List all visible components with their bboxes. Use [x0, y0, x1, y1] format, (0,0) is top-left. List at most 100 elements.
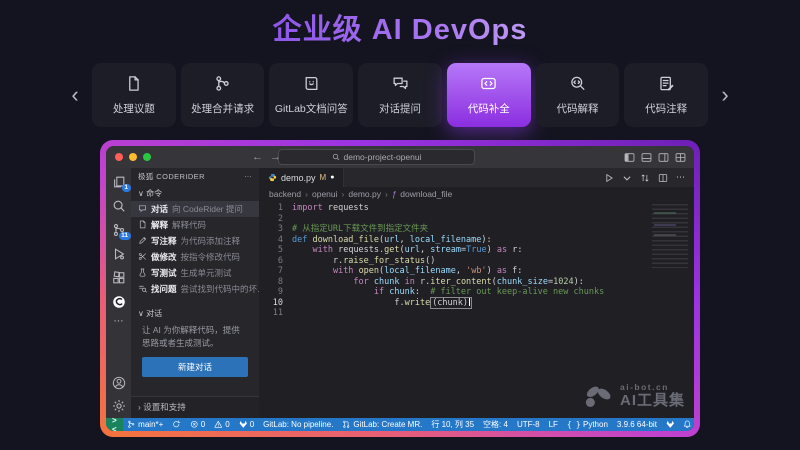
statusbar-item-error[interactable]: 0	[190, 420, 205, 429]
line-number: 1	[259, 203, 292, 214]
chat-section-header[interactable]: ∨ 对话	[131, 305, 259, 321]
activity-bar: 1 11	[106, 168, 131, 418]
command-item[interactable]: 对话 向 CodeRider 提问	[131, 201, 259, 217]
modified-flag: M	[320, 173, 327, 182]
minimize-window-button[interactable]	[129, 153, 137, 161]
statusbar-item[interactable]: UTF-8	[517, 420, 540, 429]
statusbar-item-braces[interactable]: { }Python	[567, 420, 608, 429]
code-line[interactable]: 4def download_file(url, local_filename):	[259, 235, 694, 246]
statusbar-item-warn[interactable]: 0	[214, 420, 229, 429]
editor-more-icon[interactable]: ⋯	[676, 172, 685, 183]
statusbar-item[interactable]: 3.9.6 64-bit	[617, 420, 657, 429]
command-palette-search[interactable]: demo-project-openui	[278, 149, 475, 165]
statusbar-item[interactable]: GitLab: No pipeline.	[263, 420, 333, 429]
carousel-prev-button[interactable]: ‹	[66, 84, 84, 106]
tab-demo-py[interactable]: demo.py M ●	[259, 168, 344, 187]
feature-tab[interactable]: 代码注释	[624, 63, 708, 127]
history-nav: ← →	[252, 151, 281, 163]
code-line[interactable]: 9 if chunk: # filter out keep-alive new …	[259, 287, 694, 298]
back-icon[interactable]: ←	[252, 151, 263, 163]
more-views-icon[interactable]: ⋯	[114, 319, 124, 325]
code-line[interactable]: 2	[259, 214, 694, 225]
toggle-sidebar-icon[interactable]	[624, 152, 635, 163]
settings-support-section[interactable]: › 设置和支持	[131, 396, 259, 418]
statusbar-item[interactable]: LF	[549, 420, 558, 429]
window-titlebar: ← → demo-project-openui	[106, 146, 694, 168]
feature-tab[interactable]: 代码解释	[536, 63, 620, 127]
feature-tab[interactable]: 对话提问	[358, 63, 442, 127]
command-item[interactable]: 写注释 为代码添加注释	[131, 233, 259, 249]
watermark-name: AI工具集	[620, 393, 685, 410]
line-number: 4	[259, 235, 292, 246]
breadcrumb-separator: ›	[385, 189, 388, 199]
python-file-icon	[268, 173, 277, 182]
feature-tab[interactable]: GitLab文档问答	[269, 63, 353, 127]
extensions-icon[interactable]	[112, 271, 126, 285]
search-view-icon[interactable]	[112, 199, 126, 213]
line-number: 9	[259, 287, 292, 298]
vscode-window: ← → demo-project-openui	[106, 146, 694, 431]
statusbar-item-tanuki[interactable]	[666, 420, 675, 429]
breadcrumb-item[interactable]: download_file	[400, 189, 452, 199]
breadcrumb-item[interactable]: demo.py	[348, 189, 381, 199]
breadcrumb-item[interactable]: openui	[312, 189, 338, 199]
maximize-window-button[interactable]	[143, 153, 151, 161]
editor-actions: ⋯	[604, 168, 694, 187]
statusbar-item-mr[interactable]: GitLab: Create MR.	[342, 420, 422, 429]
compare-icon[interactable]	[640, 173, 650, 183]
line-number: 5	[259, 245, 292, 256]
line-number: 3	[259, 224, 292, 235]
carousel-next-button[interactable]: ›	[716, 84, 734, 106]
code-line[interactable]: 6 r.raise_for_status()	[259, 256, 694, 267]
statusbar-item-bell[interactable]	[683, 420, 692, 429]
run-file-icon[interactable]	[604, 173, 614, 183]
toggle-panel-icon[interactable]	[641, 152, 652, 163]
new-chat-button[interactable]: 新建对话	[142, 357, 248, 377]
feature-tab[interactable]: 处理议题	[92, 63, 176, 127]
line-number: 2	[259, 214, 292, 225]
close-window-button[interactable]	[115, 153, 123, 161]
command-item[interactable]: 找问题 尝试找到代码中的坏…	[131, 281, 259, 297]
line-number: 10	[259, 298, 292, 309]
coderider-logo-icon[interactable]	[112, 295, 126, 309]
window-body: 1 11	[106, 168, 694, 418]
code-line[interactable]: 10 f.write(chunk)	[259, 298, 694, 309]
statusbar-item-branch[interactable]: main*+	[127, 420, 163, 429]
line-number: 8	[259, 277, 292, 288]
toggle-secondary-sidebar-icon[interactable]	[658, 152, 669, 163]
sidebar-more-icon[interactable]: ⋯	[244, 172, 252, 181]
code-line[interactable]: 1import requests	[259, 203, 694, 214]
code-line[interactable]: 5 with requests.get(url, stream=True) as…	[259, 245, 694, 256]
settings-gear-icon[interactable]	[112, 399, 126, 413]
status-bar: >< main*+000GitLab: No pipeline.GitLab: …	[106, 418, 694, 431]
split-editor-icon[interactable]	[658, 173, 668, 183]
feature-tab[interactable]: 处理合并请求	[181, 63, 265, 127]
breadcrumb-separator: ›	[342, 189, 345, 199]
run-debug-icon[interactable]	[112, 247, 126, 261]
code-line[interactable]: 11	[259, 308, 694, 319]
code-line[interactable]: 8 for chunk in r.iter_content(chunk_size…	[259, 277, 694, 288]
command-item[interactable]: 做修改 按指令修改代码	[131, 249, 259, 265]
code-line[interactable]: 3# 从指定URL下载文件到指定文件夹	[259, 224, 694, 235]
customize-layout-icon[interactable]	[675, 152, 686, 163]
remote-indicator[interactable]: ><	[106, 418, 123, 431]
statusbar-item-sync[interactable]	[172, 420, 181, 429]
statusbar-item[interactable]: 空格: 4	[483, 419, 508, 430]
feature-tab[interactable]: 代码补全	[447, 63, 531, 127]
code-line[interactable]: 7 with open(local_filename, 'wb') as f:	[259, 266, 694, 277]
feature-tabs: 处理议题 处理合并请求 GitLab文档问答 对话提问	[92, 63, 708, 127]
source-control-icon[interactable]: 11	[112, 223, 126, 237]
statusbar-item[interactable]: 行 10, 列 35	[431, 419, 474, 430]
commands-section-header[interactable]: ∨ 命令	[131, 185, 259, 201]
command-item[interactable]: 写测试 生成单元测试	[131, 265, 259, 281]
unsaved-dot-icon[interactable]: ●	[330, 174, 334, 181]
breadcrumb-item[interactable]: backend	[269, 189, 301, 199]
scm-badge: 11	[119, 232, 131, 241]
run-dropdown-chevron-icon[interactable]	[622, 173, 632, 183]
minimap[interactable]	[652, 204, 688, 268]
statusbar-item-tanuki[interactable]: 0	[239, 420, 254, 429]
explorer-icon[interactable]: 1	[112, 175, 126, 189]
page-title: 企业级 AI DevOps	[0, 6, 800, 48]
command-item[interactable]: 解释 解释代码	[131, 217, 259, 233]
account-icon[interactable]	[112, 376, 126, 390]
